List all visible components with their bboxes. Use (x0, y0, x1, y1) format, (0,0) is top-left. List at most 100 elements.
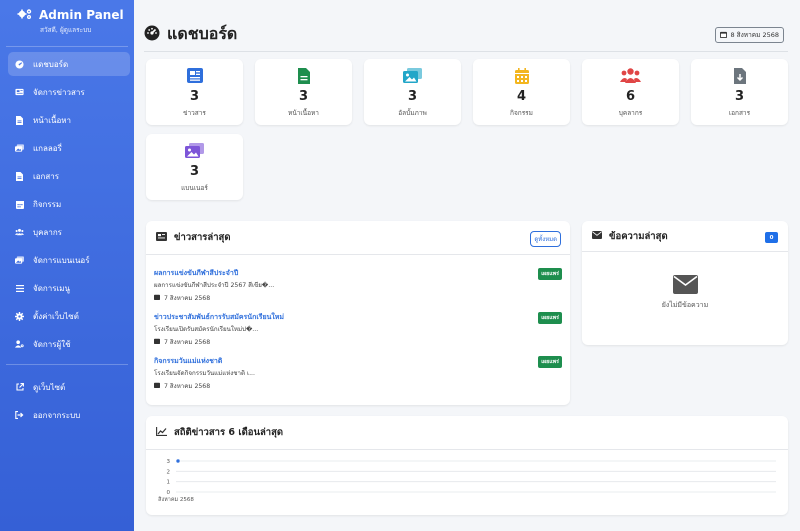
panel-header: ข่าวสารล่าสุด ดูทั้งหมด (146, 221, 570, 255)
news-title-link[interactable]: ผลการแข่งขันกีฬาสีประจำปี (154, 268, 238, 279)
news-title-link[interactable]: กิจกรรมวันแม่แห่งชาติ (154, 356, 222, 367)
stat-value: 3 (189, 164, 200, 179)
users-icon (582, 68, 679, 83)
page-title: แดชบอร์ด (144, 22, 237, 47)
stat-card-albums[interactable]: 3 อัลบั้มภาพ (364, 59, 461, 125)
news-date: 7 สิงหาคม 2568 (154, 293, 210, 303)
stat-card-news[interactable]: 3 ข่าวสาร (146, 59, 243, 125)
dashboard-icon (15, 59, 24, 69)
stat-value: 4 (516, 89, 527, 104)
sidebar-item-activities[interactable]: กิจกรรม (8, 192, 130, 216)
sidebar-item-label: กิจกรรม (33, 199, 62, 209)
calendar-icon (154, 338, 160, 346)
images-icon (15, 144, 24, 153)
stat-value: 3 (189, 89, 200, 104)
status-badge: เผยแพร่ (538, 356, 562, 368)
panel-title: ข่าวสารล่าสุด (174, 232, 231, 243)
sidebar-item-news[interactable]: จัดการข่าวสาร (8, 80, 130, 104)
status-badge: เผยแพร่ (538, 312, 562, 324)
news-excerpt: โรงเรียนเปิดรับสมัครนักเรียนใหม่ป�... (154, 326, 259, 333)
sidebar-item-users[interactable]: จัดการผู้ใช้ (8, 332, 130, 356)
sidebar-item-label: บุคลากร (33, 227, 62, 237)
divider (6, 364, 128, 365)
app-title: Admin Panel (39, 8, 124, 22)
brand: Admin Panel สวัสดี, ผู้ดูแลระบบ (0, 0, 134, 44)
sidebar: Admin Panel สวัสดี, ผู้ดูแลระบบ แดชบอร์ด… (0, 0, 134, 531)
stat-label: กิจกรรม (510, 109, 533, 117)
newspaper-icon (146, 68, 243, 83)
calendar-icon (720, 31, 728, 40)
stat-card-activities[interactable]: 4 กิจกรรม (473, 59, 570, 125)
stat-label: บุคลากร (618, 109, 643, 117)
stat-card-personnel[interactable]: 6 บุคลากร (582, 59, 679, 125)
sidebar-item-dashboard[interactable]: แดชบอร์ด (8, 52, 130, 76)
sidebar-item-label: จัดการแบนเนอร์ (33, 255, 90, 265)
document-icon (15, 171, 24, 181)
external-link-icon (15, 383, 24, 392)
sidebar-item-label: ออกจากระบบ (33, 410, 81, 420)
data-point (175, 458, 181, 464)
sidebar-item-label: แกลลอรี่ (33, 143, 62, 153)
empty-message: ยังไม่มีข้อความ (661, 301, 709, 309)
list-item: ข่าวประชาสัมพันธ์การรับสมัครนักเรียนใหม่… (154, 312, 562, 352)
y-tick-label: 1 (167, 480, 171, 486)
panel-header: ข้อความล่าสุด 0 (582, 221, 788, 252)
sidebar-item-documents[interactable]: เอกสาร (8, 164, 130, 188)
news-date-text: 7 สิงหาคม 2568 (164, 295, 211, 302)
page-header: แดชบอร์ด 8 สิงหาคม 2568 (144, 20, 788, 52)
dashboard-icon (144, 25, 160, 45)
latest-news-panel: ข่าวสารล่าสุด ดูทั้งหมด ผลการแข่งขันกีฬา… (146, 221, 570, 405)
stat-card-banners[interactable]: 3 แบนเนอร์ (146, 134, 243, 200)
stat-value: 3 (407, 89, 418, 104)
stat-label: เอกสาร (728, 109, 751, 117)
news-excerpt: ผลการแข่งขันกีฬาสีประจำปี 2567 สีเขีย�..… (154, 282, 275, 289)
news-excerpt: โรงเรียนจัดกิจกรรมวันแม่แห่งชาติ เ... (154, 370, 255, 377)
images-icon (364, 68, 461, 83)
sidebar-item-label: เอกสาร (33, 171, 60, 181)
sidebar-item-personnel[interactable]: บุคลากร (8, 220, 130, 244)
stat-label: อัลบั้มภาพ (398, 109, 427, 117)
envelope-icon (582, 275, 788, 294)
calendar-icon (154, 294, 160, 302)
logout-link[interactable]: ออกจากระบบ (8, 403, 130, 427)
y-tick-label: 2 (167, 469, 171, 475)
calendar-icon (473, 68, 570, 84)
sidebar-item-label: จัดการเมนู (33, 283, 70, 293)
stat-card-documents[interactable]: 3 เอกสาร (691, 59, 788, 125)
logout-icon (15, 411, 24, 420)
image-icon (146, 143, 243, 158)
sidebar-nav: แดชบอร์ด จัดการข่าวสาร หน้าเนื้อหา แกลลอ… (0, 52, 134, 431)
calendar-icon (154, 382, 160, 390)
sidebar-item-menu[interactable]: จัดการเมนู (8, 276, 130, 300)
menu-icon (15, 284, 24, 293)
status-badge: เผยแพร่ (538, 268, 562, 280)
news-title-link[interactable]: ข่าวประชาสัมพันธ์การรับสมัครนักเรียนใหม่ (154, 312, 284, 323)
news-date: 7 สิงหาคม 2568 (154, 337, 210, 347)
sidebar-item-label: แดชบอร์ด (33, 59, 69, 69)
envelope-icon (592, 230, 602, 242)
file-icon (15, 115, 24, 125)
sidebar-item-pages[interactable]: หน้าเนื้อหา (8, 108, 130, 132)
news-stats-chart: 0 1 2 3 สิงหาคม 2568 (157, 458, 776, 503)
y-tick-label: 0 (167, 490, 171, 496)
sidebar-item-gallery[interactable]: แกลลอรี่ (8, 136, 130, 160)
x-tick-label: สิงหาคม 2568 (157, 496, 194, 503)
page-title-text: แดชบอร์ด (167, 24, 238, 43)
panel-title: สถิติข่าวสาร 6 เดือนล่าสุด (174, 427, 284, 438)
divider (6, 46, 128, 47)
stat-card-pages[interactable]: 3 หน้าเนื้อหา (255, 59, 352, 125)
sidebar-item-settings[interactable]: ตั้งค่าเว็บไซต์ (8, 304, 130, 328)
sidebar-item-label: ตั้งค่าเว็บไซต์ (33, 311, 79, 321)
gears-icon (17, 8, 33, 22)
panel-title: ข้อความล่าสุด (609, 230, 668, 242)
view-all-button[interactable]: ดูทั้งหมด (530, 231, 561, 247)
empty-state: ยังไม่มีข้อความ (582, 275, 788, 311)
news-date-text: 7 สิงหาคม 2568 (164, 383, 211, 390)
sidebar-item-banners[interactable]: จัดการแบนเนอร์ (8, 248, 130, 272)
view-site-link[interactable]: ดูเว็บไซต์ (8, 375, 130, 399)
news-date: 7 สิงหาคม 2568 (154, 381, 210, 391)
calendar-icon (15, 200, 24, 209)
gear-icon (15, 311, 24, 321)
stat-label: ข่าวสาร (183, 109, 206, 117)
sidebar-item-label: หน้าเนื้อหา (33, 115, 72, 125)
